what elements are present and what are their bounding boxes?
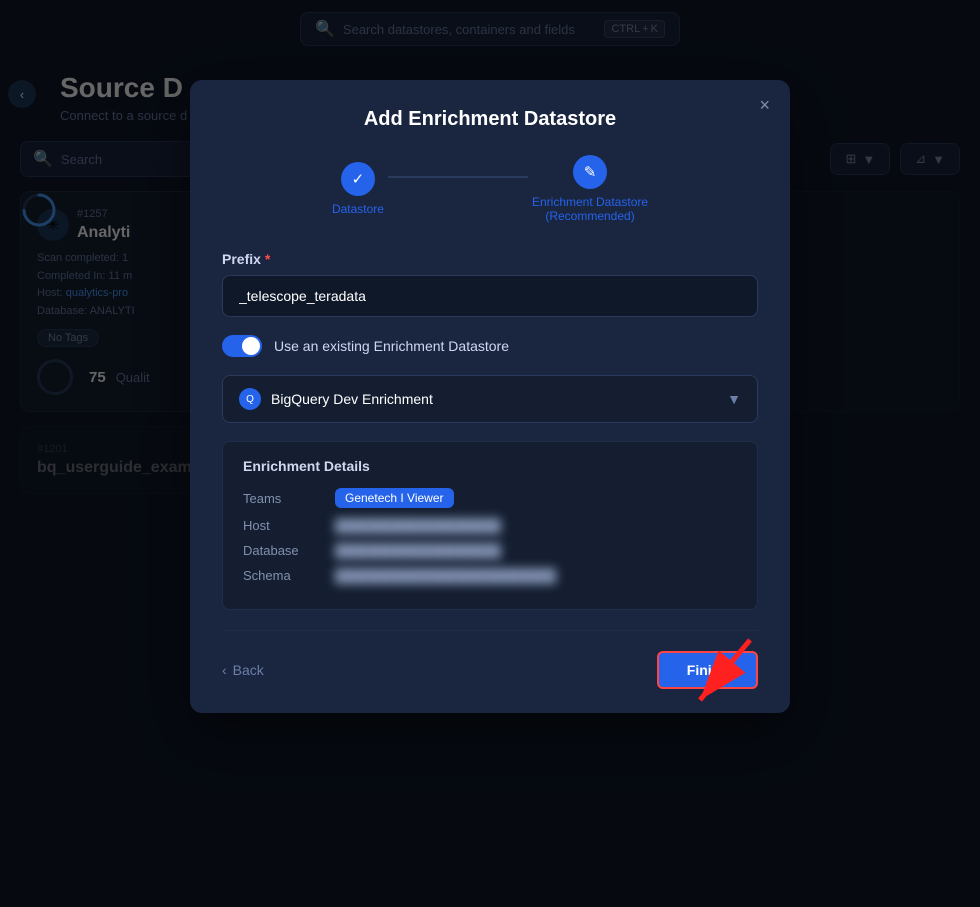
stepper: ✓ Datastore ✎ Enrichment Datastore(Recom… [222,155,758,223]
detail-key-database: Database [243,543,323,558]
modal-title: Add Enrichment Datastore [222,108,758,131]
finish-button[interactable]: Finish [657,651,758,689]
back-link[interactable]: ‹ Back [222,662,264,678]
modal-overlay: × Add Enrichment Datastore ✓ Datastore ✎… [0,0,980,907]
detail-value-database: ██████████████████ [335,543,501,558]
modal-close-button[interactable]: × [759,96,770,114]
toggle-knob [242,337,260,355]
back-chevron-icon: ‹ [222,662,227,678]
enrichment-details-title: Enrichment Details [243,458,737,474]
prefix-label: Prefix * [222,251,758,267]
detail-key-teams: Teams [243,491,323,506]
prefix-input[interactable] [222,275,758,317]
detail-value-host: ██████████████████ [335,518,501,533]
dropdown-value: BigQuery Dev Enrichment [271,391,433,407]
detail-row-host: Host ██████████████████ [243,518,737,533]
back-link-label: Back [233,662,264,678]
detail-row-teams: Teams Genetech I Viewer [243,488,737,508]
datastore-dropdown[interactable]: Q BigQuery Dev Enrichment ▼ [222,375,758,423]
detail-value-schema: ████████████████████████ [335,568,556,583]
detail-key-schema: Schema [243,568,323,583]
step-enrichment: ✎ Enrichment Datastore(Recommended) [532,155,648,223]
toggle-label: Use an existing Enrichment Datastore [274,338,509,354]
add-enrichment-modal: × Add Enrichment Datastore ✓ Datastore ✎… [190,80,790,713]
step-label-2: Enrichment Datastore(Recommended) [532,195,648,223]
step-circle-1: ✓ [341,162,375,196]
modal-footer: ‹ Back Finish [222,651,758,689]
dropdown-icon: Q [239,388,261,410]
teams-badge: Genetech I Viewer [335,488,454,508]
step-datastore: ✓ Datastore [332,162,384,216]
dropdown-arrow-icon: ▼ [727,391,741,407]
step-label-1: Datastore [332,202,384,216]
modal-divider [222,630,758,631]
detail-key-host: Host [243,518,323,533]
detail-row-schema: Schema ████████████████████████ [243,568,737,583]
toggle-row: Use an existing Enrichment Datastore [222,335,758,357]
detail-row-database: Database ██████████████████ [243,543,737,558]
step-circle-2: ✎ [573,155,607,189]
use-existing-toggle[interactable] [222,335,262,357]
required-star: * [265,251,270,267]
enrichment-details-panel: Enrichment Details Teams Genetech I View… [222,441,758,610]
step-line [388,176,528,178]
